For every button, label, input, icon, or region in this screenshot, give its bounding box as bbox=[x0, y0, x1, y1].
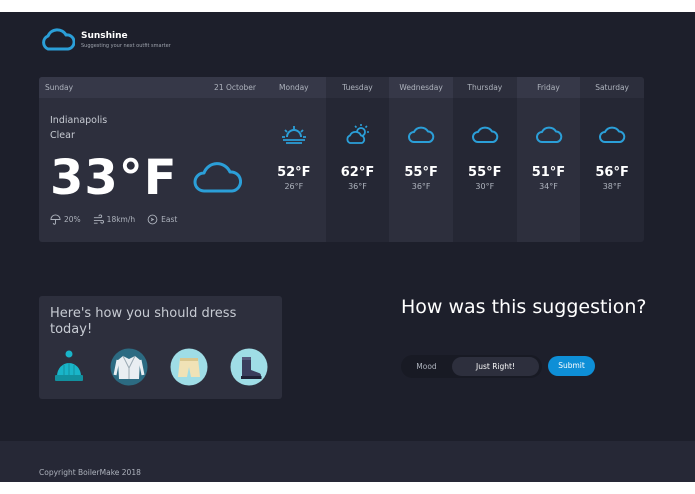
forecast-high: 55°F bbox=[404, 165, 438, 180]
copyright-text: Copyright BoilerMake 2018 bbox=[39, 468, 141, 477]
forecast-low: 36°F bbox=[411, 182, 431, 191]
dress-card: Here's how you should dress today! bbox=[39, 296, 282, 399]
header: Sunshine Suggesting your next outfit sma… bbox=[39, 28, 171, 52]
forecast-high: 51°F bbox=[531, 165, 566, 180]
forecast-high: 62°F bbox=[340, 165, 375, 180]
cloud-icon[interactable] bbox=[39, 28, 75, 52]
feedback-title: How was this suggestion? bbox=[401, 296, 647, 318]
forecast-high: 52°F bbox=[277, 165, 311, 180]
brand: Sunshine Suggesting your next outfit sma… bbox=[81, 31, 171, 49]
cloud-icon bbox=[472, 126, 499, 143]
wind-direction-value: East bbox=[161, 215, 178, 224]
mood-dropdown[interactable]: Just Right! bbox=[452, 357, 539, 376]
footer: Copyright BoilerMake 2018 bbox=[0, 441, 695, 482]
forecast-high: 55°F bbox=[468, 165, 502, 180]
dress-title: Here's how you should dress today! bbox=[50, 306, 237, 337]
today-card: Sunday 21 October Indianapolis Clear 33°… bbox=[39, 77, 262, 242]
submit-button[interactable]: Submit bbox=[548, 356, 595, 376]
today-day: Sunday bbox=[45, 83, 74, 92]
app-root: Sunshine Suggesting your next outfit sma… bbox=[0, 12, 695, 482]
forecast-high: 56°F bbox=[595, 165, 629, 180]
jacket-icon bbox=[110, 348, 148, 386]
clothing-items bbox=[50, 348, 290, 386]
today-header: Sunday 21 October bbox=[39, 77, 262, 98]
forecast-day: Friday 51°F 34°F bbox=[516, 77, 581, 242]
weather-panel: Sunday 21 October Indianapolis Clear 33°… bbox=[39, 77, 644, 242]
weather-condition: Clear bbox=[50, 130, 75, 141]
wind-speed: 18km/h bbox=[93, 214, 135, 225]
forecast-day: Wednesday 55°F 36°F bbox=[389, 77, 453, 242]
brand-subtitle: Suggesting your next outfit smarter bbox=[81, 43, 171, 49]
brand-title[interactable]: Sunshine bbox=[81, 31, 171, 41]
cloud-icon bbox=[193, 162, 242, 193]
forecast-low: 34°F bbox=[539, 182, 558, 191]
forecast-day: Monday 52°F 26°F bbox=[262, 77, 326, 242]
today-date: 21 October bbox=[214, 83, 256, 92]
forecast-low: 30°F bbox=[475, 182, 495, 191]
city-name: Indianapolis bbox=[50, 115, 108, 126]
wind-icon bbox=[93, 214, 104, 224]
cloud-icon bbox=[408, 126, 435, 143]
compass-icon bbox=[147, 214, 158, 225]
forecast-day: Tuesday 62°F 36°F bbox=[325, 77, 390, 242]
mood-label: Mood bbox=[416, 362, 437, 371]
boot-icon bbox=[230, 348, 268, 386]
weather-meta: 20% 18km/h East bbox=[50, 214, 189, 225]
wind-speed-value: 18km/h bbox=[106, 215, 136, 224]
clothing-item[interactable] bbox=[110, 348, 148, 386]
forecast-day-name: Thursday bbox=[452, 77, 517, 98]
precipitation: 20% bbox=[50, 214, 81, 225]
mood-selector: Mood Just Right! bbox=[401, 355, 542, 378]
forecast-day-name: Friday bbox=[516, 77, 581, 98]
beanie-icon bbox=[55, 350, 83, 381]
clothing-item[interactable] bbox=[50, 348, 88, 386]
partly-sunny-icon bbox=[346, 124, 369, 144]
shorts-icon bbox=[170, 348, 208, 386]
forecast-day: Saturday 56°F 38°F bbox=[580, 77, 644, 242]
current-temperature: 33°F bbox=[50, 150, 178, 206]
forecast-low: 36°F bbox=[348, 182, 367, 191]
forecast-low: 26°F bbox=[284, 182, 304, 191]
cloud-icon bbox=[535, 126, 562, 143]
clothing-item[interactable] bbox=[170, 348, 208, 386]
umbrella-icon bbox=[50, 214, 61, 225]
forecast-day: Thursday 55°F 30°F bbox=[452, 77, 517, 242]
clothing-item[interactable] bbox=[230, 348, 268, 386]
forecast-low: 38°F bbox=[602, 182, 622, 191]
forecast-day-name: Saturday bbox=[580, 77, 644, 98]
forecast-day-name: Monday bbox=[262, 77, 326, 98]
sunrise-icon bbox=[282, 126, 306, 144]
forecast-day-name: Wednesday bbox=[389, 77, 453, 98]
forecast-day-name: Tuesday bbox=[325, 77, 390, 98]
precipitation-value: 20% bbox=[64, 215, 81, 224]
cloud-icon bbox=[599, 126, 626, 143]
wind-direction: East bbox=[147, 214, 177, 225]
